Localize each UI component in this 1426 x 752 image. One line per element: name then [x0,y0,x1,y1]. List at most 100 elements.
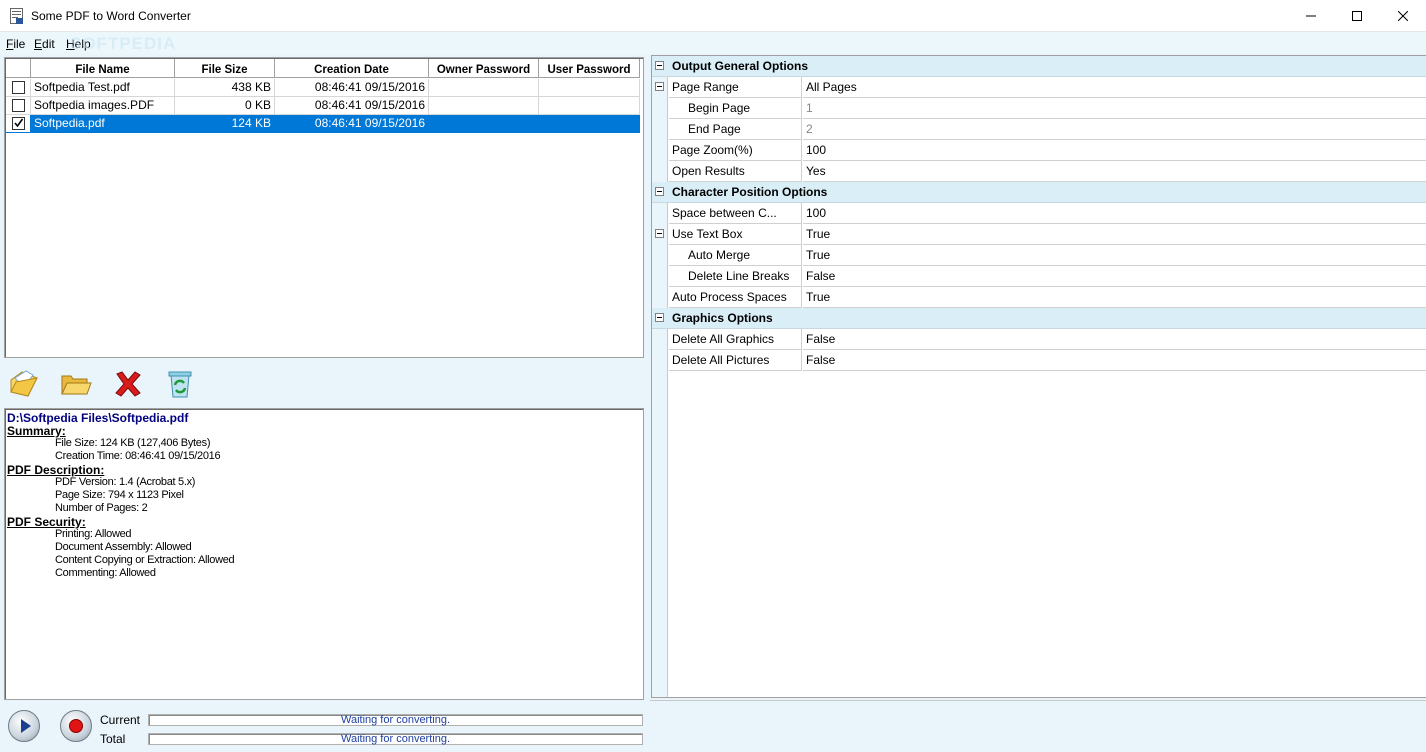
property-name: Begin Page [669,98,802,119]
property-row[interactable]: Begin Page 1 [652,98,1426,119]
table-row-selected[interactable]: Softpedia.pdf 124 KB 08:46:41 09/15/2016 [6,115,640,133]
checkmark-icon [13,118,23,128]
property-row[interactable]: End Page 2 [652,119,1426,140]
category-row[interactable]: Character Position Options [652,182,1426,203]
property-name: Use Text Box [669,224,802,245]
collapse-icon[interactable] [655,61,664,70]
property-value[interactable]: 100 [803,203,1426,224]
collapse-icon[interactable] [655,187,664,196]
property-name: Auto Process Spaces [669,287,802,308]
add-file-icon [10,370,38,397]
row-file-size: 0 KB [175,97,275,115]
current-label: Current [100,713,141,727]
file-list[interactable]: File Name File Size Creation Date Owner … [4,57,644,358]
row-user-password[interactable] [539,79,640,97]
menu-file-label: ile [13,37,26,51]
clear-list-button[interactable] [162,366,198,402]
property-value[interactable]: Yes [803,161,1426,182]
list-header: File Name File Size Creation Date Owner … [6,59,640,78]
add-file-button[interactable] [6,366,42,402]
property-value[interactable]: 1 [803,98,1426,119]
row-file-name: Softpedia.pdf [31,115,175,133]
detail-line: PDF Version: 1.4 (Acrobat 5.x) [55,476,196,488]
property-row[interactable]: Use Text Box True [652,224,1426,245]
property-row[interactable]: Delete All Pictures False [652,350,1426,371]
row-owner-password[interactable] [429,115,539,133]
table-row[interactable]: Softpedia images.PDF 0 KB 08:46:41 09/15… [6,97,640,115]
menu-edit[interactable]: Edit [34,37,55,51]
property-value[interactable]: All Pages [803,77,1426,98]
detail-line: Number of Pages: 2 [55,502,148,514]
row-checkbox[interactable] [11,99,25,112]
property-name: End Page [669,119,802,140]
property-value[interactable]: False [803,266,1426,287]
start-convert-button[interactable] [8,710,40,742]
property-value[interactable]: 2 [803,119,1426,140]
property-name: Page Range [669,77,802,98]
collapse-icon[interactable] [655,229,664,238]
property-value[interactable]: True [803,287,1426,308]
collapse-icon[interactable] [655,82,664,91]
row-user-password[interactable] [539,115,640,133]
property-row[interactable]: Delete All Graphics False [652,329,1426,350]
menu-edit-mnemonic: E [34,37,43,51]
close-button[interactable] [1380,0,1426,31]
clear-list-icon [168,371,192,398]
row-checkbox-cell[interactable] [6,115,31,133]
property-value[interactable]: True [803,224,1426,245]
row-checkbox[interactable] [11,81,25,94]
property-row[interactable]: Space between C... 100 [652,203,1426,224]
title-bar: Some PDF to Word Converter [0,0,1426,32]
total-progress-bar: Waiting for converting. [148,733,643,745]
property-value[interactable]: True [803,245,1426,266]
property-row[interactable]: Delete Line Breaks False [652,266,1426,287]
menu-bar: File Edit Help SOFTPEDIA [0,32,1426,54]
stop-button[interactable] [60,710,92,742]
open-folder-button[interactable] [58,366,94,402]
category-row[interactable]: Graphics Options [652,308,1426,329]
row-file-size: 438 KB [175,79,275,97]
table-row[interactable]: Softpedia Test.pdf 438 KB 08:46:41 09/15… [6,79,640,97]
category-title: Graphics Options [672,311,773,325]
header-creation-date[interactable]: Creation Date [275,59,429,78]
delete-button[interactable] [110,366,146,402]
row-creation-date: 08:46:41 09/15/2016 [275,115,429,133]
detail-line: Document Assembly: Allowed [55,541,192,553]
menu-file[interactable]: File [6,37,25,51]
detail-line: Commenting: Allowed [55,567,156,579]
property-value[interactable]: 100 [803,140,1426,161]
menu-help[interactable]: Help [66,37,91,51]
row-owner-password[interactable] [429,79,539,97]
app-icon [10,8,23,24]
menu-help-label: elp [74,37,91,51]
detail-line: Printing: Allowed [55,528,132,540]
property-value[interactable]: False [803,329,1426,350]
property-row[interactable]: Auto Merge True [652,245,1426,266]
row-user-password[interactable] [539,97,640,115]
category-row[interactable]: Output General Options [652,56,1426,77]
collapse-icon[interactable] [655,313,664,322]
property-name: Delete All Pictures [669,350,802,371]
menu-edit-label: dit [42,37,55,51]
header-check[interactable] [6,59,31,78]
header-user-password[interactable]: User Password [539,59,640,78]
row-checkbox-checked[interactable] [11,117,25,130]
property-row[interactable]: Page Zoom(%) 100 [652,140,1426,161]
property-row[interactable]: Auto Process Spaces True [652,287,1426,308]
maximize-button[interactable] [1334,0,1380,31]
header-owner-password[interactable]: Owner Password [429,59,539,78]
property-row[interactable]: Open Results Yes [652,161,1426,182]
section-pdf-description: PDF Description: [7,463,105,477]
property-value[interactable]: False [803,350,1426,371]
minimize-button[interactable] [1288,0,1334,31]
detail-line: Creation Time: 08:46:41 09/15/2016 [55,450,221,462]
row-owner-password[interactable] [429,97,539,115]
header-file-size[interactable]: File Size [175,59,275,78]
header-file-name[interactable]: File Name [31,59,175,78]
right-panel: Output General Options Page Range All Page… [650,54,1426,752]
options-property-grid[interactable]: Output General Options Page Range All Page… [651,55,1426,698]
row-checkbox-cell[interactable] [6,79,31,97]
play-icon [21,719,31,733]
property-row[interactable]: Page Range All Pages [652,77,1426,98]
row-checkbox-cell[interactable] [6,97,31,115]
